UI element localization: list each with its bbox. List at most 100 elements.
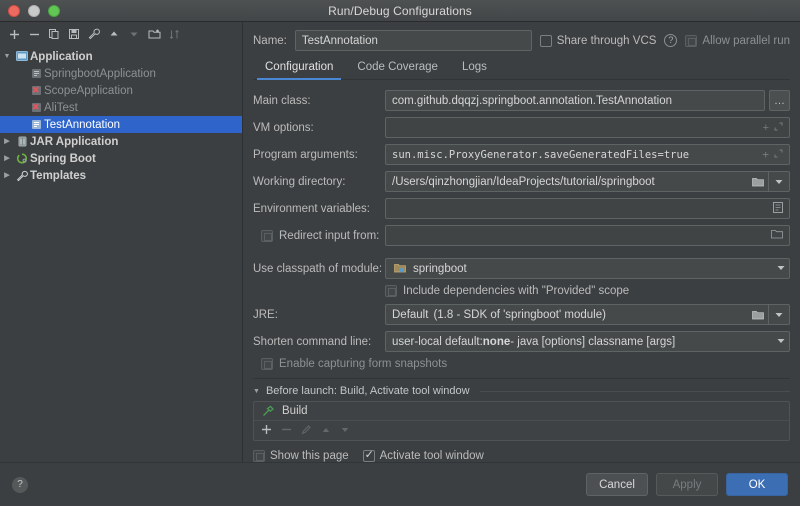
- move-task-down-button[interactable]: [340, 424, 350, 438]
- program-arguments-input[interactable]: sun.misc.ProxyGenerator.saveGeneratedFil…: [385, 144, 790, 165]
- environment-variables-row: Environment variables:: [253, 198, 790, 219]
- copy-configuration-button[interactable]: [45, 25, 63, 43]
- redirect-input-field[interactable]: [385, 225, 790, 246]
- enable-capturing-checkbox[interactable]: [261, 358, 273, 370]
- before-launch-title: Before launch: Build, Activate tool wind…: [266, 385, 470, 397]
- add-task-button[interactable]: [261, 424, 272, 438]
- invalid-config-icon: [28, 102, 44, 113]
- folder-icon[interactable]: [747, 172, 768, 191]
- chevron-right-icon[interactable]: [0, 138, 14, 145]
- jre-value: Default: [392, 309, 428, 321]
- tree-node-templates[interactable]: Templates: [0, 167, 242, 184]
- apply-button[interactable]: Apply: [656, 473, 718, 496]
- spring-boot-icon: [14, 153, 30, 164]
- ok-button[interactable]: OK: [726, 473, 788, 496]
- name-row: Name: TestAnnotation Share through VCS ?…: [253, 30, 790, 51]
- show-this-page-checkbox[interactable]: Show this page: [253, 450, 349, 462]
- before-launch-options: Show this page Activate tool window: [253, 450, 790, 462]
- tree-node-spring-boot[interactable]: Spring Boot: [0, 150, 242, 167]
- main-class-input[interactable]: com.github.dqqzj.springboot.annotation.T…: [385, 90, 765, 111]
- main-class-browse-button[interactable]: …: [769, 90, 790, 111]
- header-rule: [480, 391, 790, 392]
- chevron-right-icon[interactable]: [0, 172, 14, 179]
- before-launch-header[interactable]: ▼ Before launch: Build, Activate tool wi…: [253, 385, 790, 397]
- before-launch-item-build[interactable]: Build: [254, 402, 789, 421]
- checkbox-box: [685, 35, 697, 47]
- tab-configuration[interactable]: Configuration: [253, 61, 345, 79]
- chevron-down-icon[interactable]: [769, 338, 785, 346]
- share-through-vcs-checkbox[interactable]: Share through VCS: [540, 35, 657, 47]
- use-classpath-combo[interactable]: springboot: [385, 258, 790, 279]
- redirect-input-row: Redirect input from:: [253, 225, 790, 246]
- folder-icon[interactable]: [747, 305, 768, 324]
- chevron-down-icon[interactable]: [768, 305, 789, 324]
- dialog-buttons: Cancel Apply OK: [586, 473, 788, 496]
- remove-task-button[interactable]: [281, 424, 292, 438]
- shorten-command-line-hint: - java [options] classname [args]: [510, 336, 675, 348]
- cancel-button[interactable]: Cancel: [586, 473, 648, 496]
- jar-icon: [14, 136, 30, 147]
- help-icon[interactable]: ?: [664, 34, 677, 47]
- jre-row: JRE: Default (1.8 - SDK of 'springboot' …: [253, 304, 790, 325]
- before-launch-list: Build: [253, 401, 790, 441]
- tree-node-jar-application[interactable]: JAR Application: [0, 133, 242, 150]
- chevron-down-icon[interactable]: [0, 53, 14, 60]
- tree-node-testannotation[interactable]: TestAnnotation: [0, 116, 242, 133]
- wrench-icon[interactable]: [85, 25, 103, 43]
- redirect-input-checkbox[interactable]: [261, 230, 273, 242]
- environment-variables-input[interactable]: [385, 198, 790, 219]
- move-up-button[interactable]: [105, 25, 123, 43]
- expand-icon[interactable]: [774, 148, 783, 161]
- checkbox-box: [363, 450, 375, 462]
- folder-icon[interactable]: [771, 229, 783, 242]
- application-icon: [14, 51, 30, 62]
- working-directory-input[interactable]: /Users/qinzhongjian/IdeaProjects/tutoria…: [385, 171, 790, 192]
- tree-node-springbootapplication[interactable]: SpringbootApplication: [0, 65, 242, 82]
- vm-options-input[interactable]: +: [385, 117, 790, 138]
- help-icon[interactable]: ?: [12, 477, 28, 493]
- shorten-command-line-combo[interactable]: user-local default: none - java [options…: [385, 331, 790, 352]
- tree-node-label: JAR Application: [30, 136, 118, 148]
- move-down-button[interactable]: [125, 25, 143, 43]
- remove-configuration-button[interactable]: [25, 25, 43, 43]
- allow-parallel-run-checkbox[interactable]: Allow parallel run: [685, 35, 790, 47]
- working-directory-label: Working directory:: [253, 176, 385, 188]
- sidebar-toolbar: [0, 22, 242, 46]
- folder-add-icon[interactable]: [145, 25, 163, 43]
- tree-node-label: Templates: [30, 170, 86, 182]
- tree-node-alitest[interactable]: AliTest: [0, 99, 242, 116]
- expand-icon[interactable]: [774, 122, 783, 134]
- pencil-icon[interactable]: [301, 424, 312, 438]
- configurations-sidebar: Application SpringbootApplication ScopeA…: [0, 22, 243, 462]
- chevron-right-icon[interactable]: [0, 155, 14, 162]
- tree-node-label: Application: [30, 51, 93, 63]
- include-provided-checkbox[interactable]: [385, 285, 397, 297]
- configuration-form: Main class: com.github.dqqzj.springboot.…: [253, 90, 790, 462]
- run-debug-configurations-dialog: Run/Debug Configurations: [0, 0, 800, 506]
- sort-icon[interactable]: [165, 25, 183, 43]
- chevron-down-icon[interactable]: ▼: [253, 388, 260, 395]
- plus-icon[interactable]: +: [763, 122, 769, 134]
- activate-tool-window-checkbox[interactable]: Activate tool window: [363, 450, 484, 462]
- plus-icon[interactable]: +: [762, 148, 769, 161]
- shorten-command-line-value: none: [483, 336, 510, 348]
- move-task-up-button[interactable]: [321, 424, 331, 438]
- configurations-tree: Application SpringbootApplication ScopeA…: [0, 46, 242, 462]
- chevron-down-icon[interactable]: [768, 172, 789, 191]
- tree-node-application[interactable]: Application: [0, 48, 242, 65]
- save-configuration-button[interactable]: [65, 25, 83, 43]
- add-configuration-button[interactable]: [5, 25, 23, 43]
- jre-combo[interactable]: Default (1.8 - SDK of 'springboot' modul…: [385, 304, 790, 325]
- tree-node-scopeapplication[interactable]: ScopeApplication: [0, 82, 242, 99]
- tab-code-coverage[interactable]: Code Coverage: [345, 61, 450, 79]
- configuration-editor-panel: Name: TestAnnotation Share through VCS ?…: [243, 22, 800, 462]
- dialog-footer: ? Cancel Apply OK: [0, 462, 800, 506]
- chevron-down-icon[interactable]: [769, 265, 785, 273]
- tree-node-label: AliTest: [44, 102, 78, 114]
- title-bar: Run/Debug Configurations: [0, 0, 800, 22]
- list-edit-icon[interactable]: [773, 202, 783, 216]
- before-launch-item-label: Build: [282, 405, 308, 417]
- run-config-icon: [28, 68, 44, 79]
- tab-logs[interactable]: Logs: [450, 61, 499, 79]
- name-input[interactable]: TestAnnotation: [295, 30, 532, 51]
